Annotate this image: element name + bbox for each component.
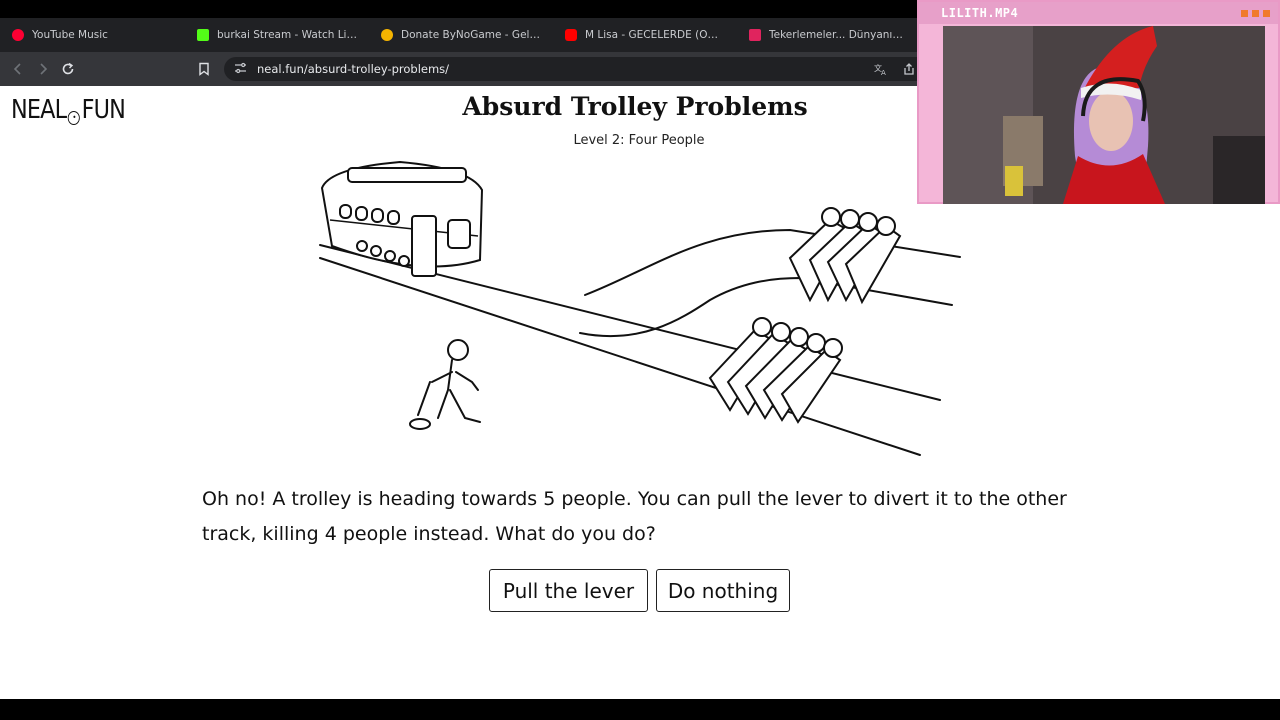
pull-lever-button[interactable]: Pull the lever [489,569,648,612]
webcam-titlebar: LILITH.MP4 [919,2,1278,24]
translate-icon[interactable]: 文A [872,60,890,78]
kick-icon [197,29,209,41]
tab-title: YouTube Music [32,29,108,41]
youtube-icon [565,29,577,41]
webcam-overlay-window: LILITH.MP4 [917,0,1280,204]
maximize-icon [1252,9,1259,17]
minimize-icon [1241,9,1248,17]
do-nothing-button[interactable]: Do nothing [656,569,790,612]
bookmark-icon[interactable] [195,60,213,78]
tab-youtube-video[interactable]: M Lisa - GECELERDE (Official Lyr [565,24,727,46]
four-people-group [788,207,902,305]
address-bar[interactable]: neal.fun/absurd-trolley-problems/ [224,57,918,81]
back-arrow-icon[interactable] [9,60,27,78]
tab-kick-stream[interactable]: burkai Stream - Watch Live on K [197,24,359,46]
url-text: neal.fun/absurd-trolley-problems/ [257,62,450,76]
youtube-music-icon [12,29,24,41]
forward-arrow-icon[interactable] [34,60,52,78]
site-info-icon[interactable] [234,62,247,77]
tab-strip-top-band [0,0,918,18]
side-track-rail-upper [584,228,961,296]
problem-question-text: Oh no! A trolley is heading towards 5 pe… [202,488,1067,545]
tab-title: burkai Stream - Watch Live on K [217,29,359,41]
webcam-video-feed [943,26,1265,204]
tab-title: M Lisa - GECELERDE (Official Lyr [585,29,727,41]
tab-tekerlemeler[interactable]: Tekerlemeler... Dünyanın En Zor [749,24,909,46]
lever-operator-figure [409,339,481,430]
trolley-scene-illustration [319,160,961,456]
tab-bynogame[interactable]: Donate ByNoGame - Gelen/Gid [381,24,544,46]
webcam-title: LILITH.MP4 [941,6,1019,20]
streamer-video-image [943,26,1265,204]
five-people-group [708,317,843,424]
tab-title: Donate ByNoGame - Gelen/Gid [401,29,544,41]
window-controls [1241,9,1270,17]
svg-text:A: A [881,69,886,76]
close-icon [1263,9,1270,17]
tab-title: Tekerlemeler... Dünyanın En Zor [769,29,909,41]
reload-icon[interactable] [59,60,77,78]
share-icon[interactable] [900,60,918,78]
bynogame-icon [381,29,393,41]
bottom-band [0,699,1280,720]
trolley-icon [320,160,484,277]
page-favicon-icon [749,29,761,41]
tab-youtube-music[interactable]: YouTube Music [12,24,172,46]
screen: YouTube Music burkai Stream - Watch Live… [0,0,1280,720]
